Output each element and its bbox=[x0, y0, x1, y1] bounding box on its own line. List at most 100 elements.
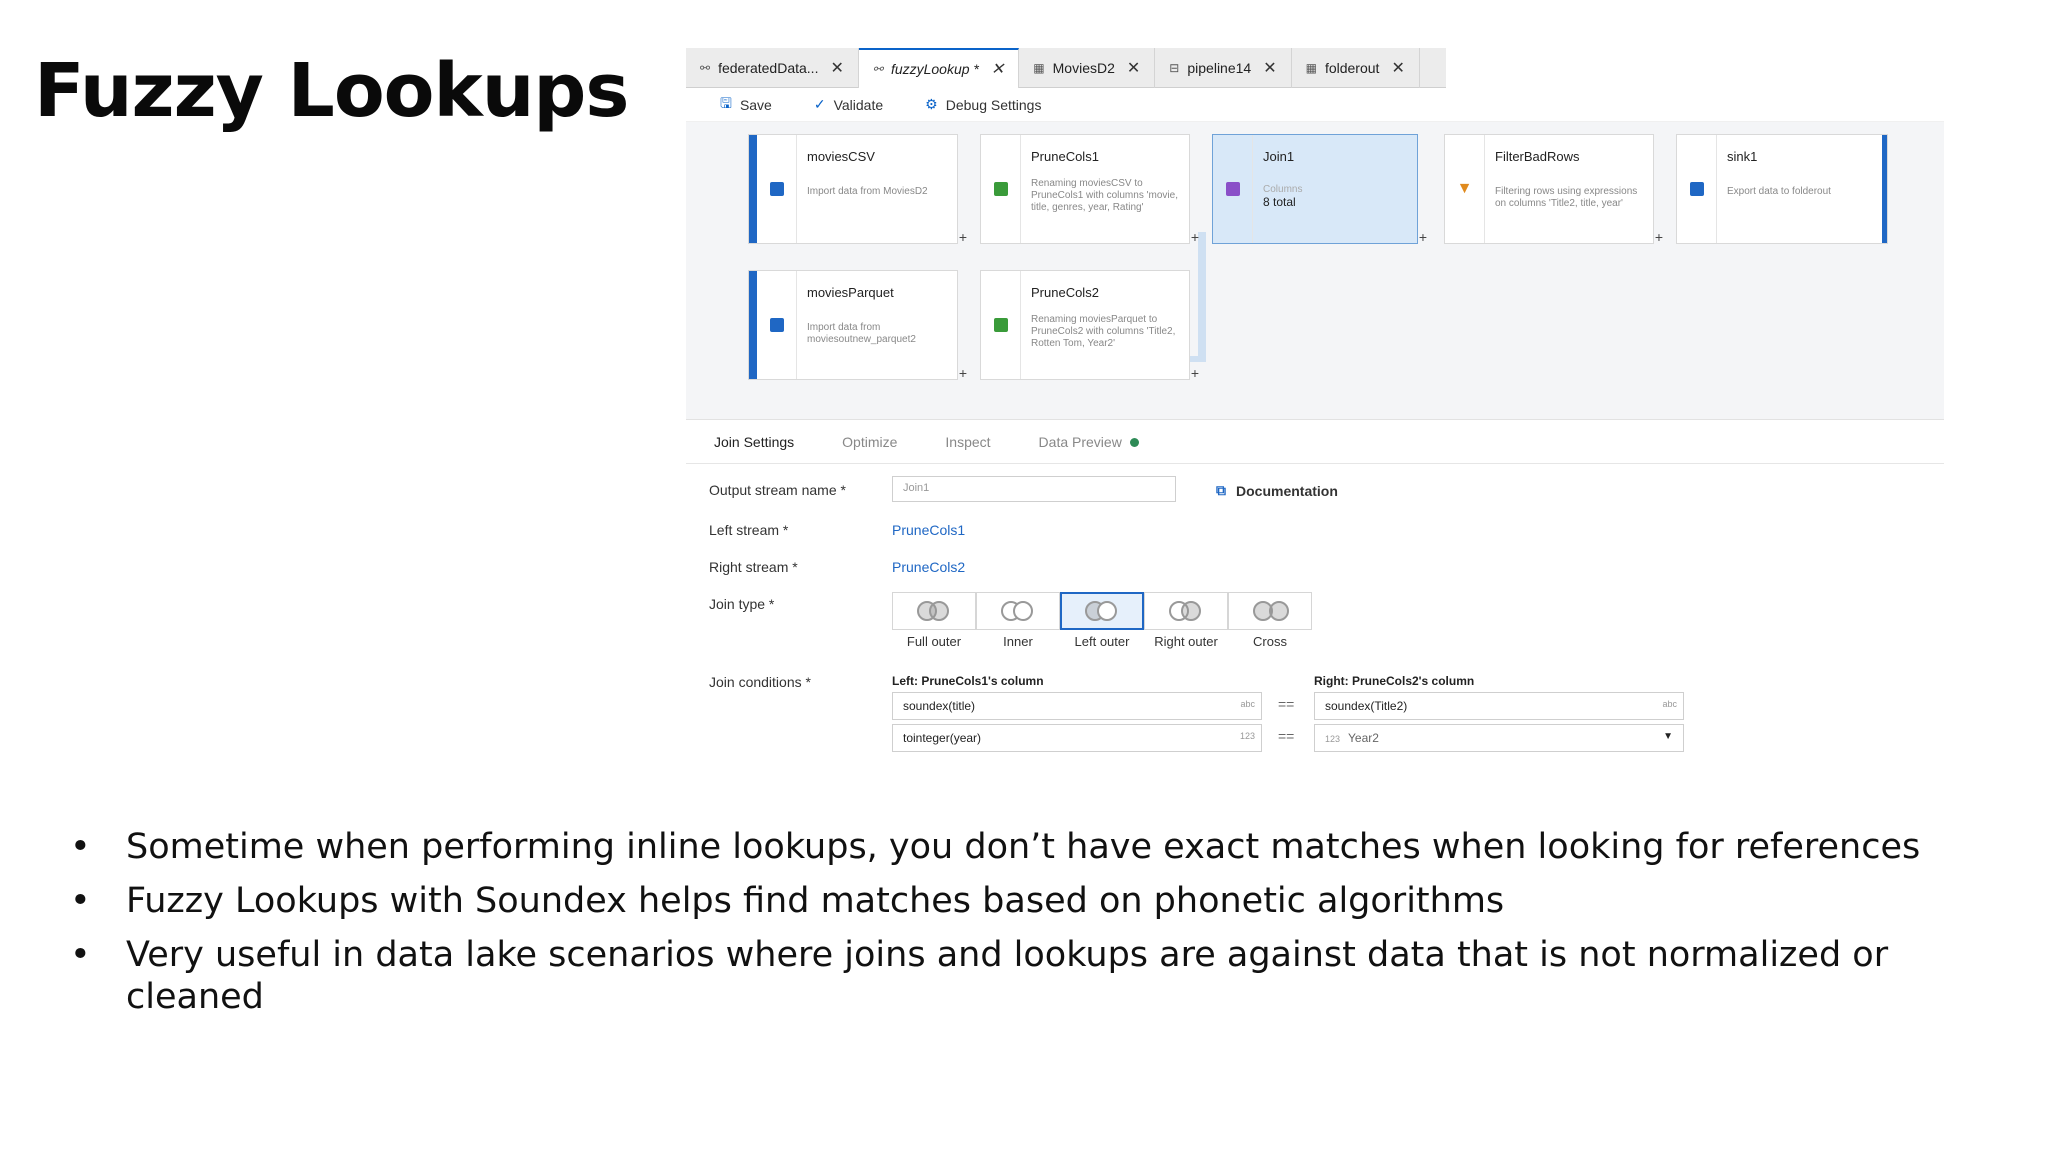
node-join1[interactable]: Join1 Columns 8 total + bbox=[1212, 134, 1427, 245]
select-icon bbox=[993, 318, 1008, 332]
node-prunecols2[interactable]: PruneCols2 Renaming moviesParquet to Prun… bbox=[980, 270, 1199, 381]
close-icon[interactable]: ✕ bbox=[1263, 58, 1276, 78]
type-tag: abc bbox=[1662, 699, 1677, 709]
join-type-labels: Full outer Inner Left outer Right outer … bbox=[892, 634, 1312, 649]
tab-label: fuzzyLookup * bbox=[890, 61, 979, 77]
condition-expr: soundex(title) bbox=[903, 699, 976, 713]
source-icon bbox=[769, 182, 784, 196]
join-type-label-item: Cross bbox=[1253, 634, 1287, 649]
tab-pipeline14[interactable]: ⊟ pipeline14 ✕ bbox=[1155, 48, 1292, 88]
type-tag-prefix: 123 bbox=[1325, 734, 1341, 744]
save-icon: 🖫 bbox=[720, 94, 732, 111]
debug-settings-icon: ⚙ bbox=[925, 96, 938, 112]
left-stream-label: Left stream * bbox=[709, 522, 789, 538]
dataflow-icon: ⚯ bbox=[700, 61, 711, 75]
node-name: PruneCols1 bbox=[1031, 149, 1099, 164]
dataflow-canvas[interactable]: moviesCSV Import data from MoviesD2 + Prun… bbox=[686, 122, 1944, 420]
pipeline-icon: ⊟ bbox=[1169, 61, 1180, 75]
editor-tabbar: ⚯ federatedData... ✕ ⚯ fuzzyLookup * ✕ ▦ Movi… bbox=[686, 48, 1446, 88]
adf-screenshot: ⚯ federatedData... ✕ ⚯ fuzzyLookup * ✕ ▦ Movi… bbox=[686, 48, 1944, 774]
node-sink1[interactable]: sink1 Export data to folderout bbox=[1676, 134, 1888, 244]
condition-left-input[interactable]: tointeger(year) 123 bbox=[892, 724, 1262, 752]
add-icon[interactable]: + bbox=[1655, 229, 1663, 245]
join-type-label-item: Left outer bbox=[1074, 634, 1130, 649]
close-icon[interactable]: ✕ bbox=[830, 58, 843, 78]
condition-expr: soundex(Title2) bbox=[1325, 699, 1408, 713]
join-type-label-item: Full outer bbox=[906, 634, 962, 649]
join-type-cross[interactable] bbox=[1228, 592, 1312, 630]
external-link-icon: ⧉ bbox=[1216, 482, 1226, 498]
join-type-group bbox=[892, 592, 1312, 630]
save-button[interactable]: 🖫 Save bbox=[720, 93, 772, 117]
node-total: 8 total bbox=[1263, 195, 1296, 209]
venn-icon bbox=[917, 601, 951, 621]
select-icon bbox=[993, 182, 1008, 196]
validate-label: Validate bbox=[833, 96, 884, 113]
condition-right-select[interactable]: 123 Year2 ▼ bbox=[1314, 724, 1684, 752]
close-icon[interactable]: ✕ bbox=[991, 59, 1004, 79]
node-desc: Export data to folderout bbox=[1727, 186, 1831, 197]
node-moviesparquet[interactable]: moviesParquet Import data from moviesoutn… bbox=[748, 270, 967, 381]
debug-settings-button[interactable]: ⚙ Debug Settings bbox=[925, 96, 1041, 113]
node-name: FilterBadRows bbox=[1495, 149, 1580, 164]
toolbar: 🖫 Save ✓ Validate ⚙ Debug Settings bbox=[686, 88, 1944, 122]
left-column-header: Left: PruneCols1's column bbox=[892, 674, 1044, 688]
node-filterbadrows[interactable]: ▼ FilterBadRows Filtering rows using expr… bbox=[1444, 134, 1663, 245]
documentation-link[interactable]: ⧉ Documentation bbox=[1216, 482, 1338, 499]
checkmark-icon: ✓ bbox=[813, 96, 826, 112]
venn-icon bbox=[1001, 601, 1035, 621]
node-name: moviesParquet bbox=[807, 285, 894, 300]
left-stream-link[interactable]: PruneCols1 bbox=[892, 522, 965, 538]
tab-data-preview[interactable]: Data Preview bbox=[1039, 434, 1139, 450]
tab-join-settings[interactable]: Join Settings bbox=[714, 434, 794, 450]
tab-label: pipeline14 bbox=[1187, 60, 1252, 76]
join-settings-form: Output stream name * Join1 ⧉ Documentatio… bbox=[686, 464, 1944, 774]
bullet-item: Fuzzy Lookups with Soundex helps find ma… bbox=[70, 880, 1970, 922]
join-type-left-outer[interactable] bbox=[1060, 592, 1144, 630]
add-icon[interactable]: + bbox=[959, 365, 967, 381]
condition-right-input[interactable]: soundex(Title2) abc bbox=[1314, 692, 1684, 720]
add-icon[interactable]: + bbox=[959, 229, 967, 245]
source-icon bbox=[769, 318, 784, 332]
tab-label: folderout bbox=[1324, 60, 1380, 76]
join-type-label: Join type * bbox=[709, 596, 775, 612]
node-moviescsv[interactable]: moviesCSV Import data from MoviesD2 + bbox=[748, 134, 967, 245]
close-icon[interactable]: ✕ bbox=[1127, 58, 1140, 78]
tab-moviesd2[interactable]: ▦ MoviesD2 ✕ bbox=[1019, 48, 1156, 88]
join-type-full-outer[interactable] bbox=[892, 592, 976, 630]
sink-icon bbox=[1689, 182, 1704, 196]
join-type-label-item: Inner bbox=[1003, 634, 1033, 649]
close-icon[interactable]: ✕ bbox=[1391, 58, 1404, 78]
join-type-inner[interactable] bbox=[976, 592, 1060, 630]
add-icon[interactable]: + bbox=[1419, 229, 1427, 245]
node-desc: Filtering rows using expressions on colu… bbox=[1495, 186, 1638, 209]
settings-tabs: Join Settings Optimize Inspect Data Prev… bbox=[686, 420, 1944, 464]
filter-icon: ▼ bbox=[1456, 180, 1473, 197]
debug-label: Debug Settings bbox=[945, 96, 1042, 113]
table-icon: ▦ bbox=[1033, 61, 1045, 75]
chevron-down-icon: ▼ bbox=[1663, 731, 1673, 742]
condition-left-input[interactable]: soundex(title) abc bbox=[892, 692, 1262, 720]
add-icon[interactable]: + bbox=[1191, 365, 1199, 381]
tab-label: federatedData... bbox=[718, 60, 819, 76]
join-icon bbox=[1225, 182, 1240, 196]
node-prunecols1[interactable]: PruneCols1 Renaming moviesCSV to PruneCol… bbox=[980, 134, 1199, 245]
tab-folderout[interactable]: ▦ folderout ✕ bbox=[1292, 48, 1420, 88]
type-tag: 123 bbox=[1239, 731, 1255, 741]
status-dot bbox=[1129, 437, 1139, 447]
node-desc: Renaming moviesParquet to PruneCols2 wit… bbox=[1031, 314, 1176, 349]
tab-federateddata[interactable]: ⚯ federatedData... ✕ bbox=[686, 48, 859, 88]
validate-button[interactable]: ✓ Validate bbox=[814, 96, 883, 113]
tab-inspect[interactable]: Inspect bbox=[945, 434, 990, 450]
node-desc: Import data from moviesoutnew_parquet2 bbox=[807, 322, 916, 345]
venn-icon bbox=[1085, 601, 1119, 621]
join-type-right-outer[interactable] bbox=[1144, 592, 1228, 630]
tab-fuzzylookup[interactable]: ⚯ fuzzyLookup * ✕ bbox=[858, 48, 1020, 88]
add-icon[interactable]: + bbox=[1191, 229, 1199, 245]
right-stream-link[interactable]: PruneCols2 bbox=[892, 559, 965, 575]
output-stream-input[interactable]: Join1 bbox=[892, 476, 1176, 502]
tab-optimize[interactable]: Optimize bbox=[842, 434, 897, 450]
documentation-label: Documentation bbox=[1236, 482, 1338, 499]
node-name: moviesCSV bbox=[807, 149, 875, 164]
venn-icon bbox=[1169, 601, 1203, 621]
